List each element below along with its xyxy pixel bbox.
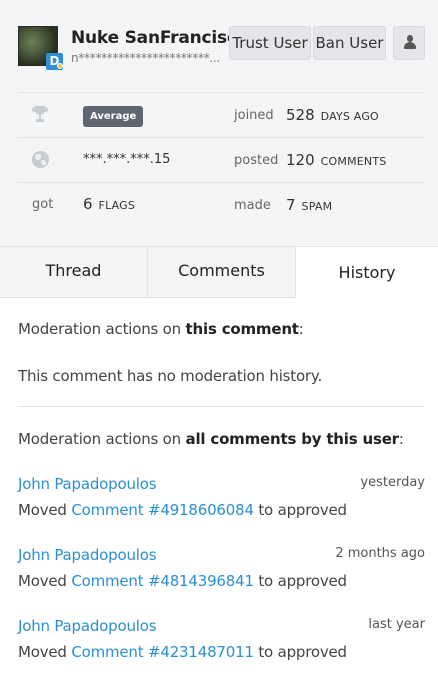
this-comment-suffix: : (298, 320, 304, 338)
user-email: n***********************... (71, 51, 220, 65)
entry-result: to approved (253, 572, 347, 590)
stats-row-reputation: Average joined 528 DAYS AGO (18, 92, 425, 137)
this-comment-heading: Moderation actions on this comment: (18, 320, 304, 338)
user-header: D Nuke SanFrancisco n*******************… (0, 0, 438, 247)
joined-number: 528 (286, 106, 315, 124)
joined-value: 528 DAYS AGO (286, 106, 379, 124)
flags-value: 6 FLAGS (83, 195, 135, 213)
tab-thread[interactable]: Thread (0, 247, 148, 298)
joined-label: joined (234, 108, 274, 123)
got-label: got (32, 197, 54, 212)
comment-link[interactable]: Comment #4814396841 (71, 572, 254, 590)
entry-verb: Moved (18, 501, 72, 519)
stats-row-flags: got 6 FLAGS made 7 SPAM (18, 182, 425, 228)
posted-label: posted (234, 153, 279, 168)
flags-number: 6 (83, 195, 93, 213)
profile-button[interactable] (393, 26, 425, 60)
entry-action: Moved Comment #4918606084 to approved (18, 501, 347, 519)
moderator-link[interactable]: John Papadopoulos (18, 475, 157, 493)
spam-unit: SPAM (301, 200, 333, 213)
reputation-badge: Average (83, 106, 144, 127)
history-entry: John Papadopoulos last year Moved Commen… (18, 617, 425, 677)
spam-number: 7 (286, 196, 296, 214)
all-comments-prefix: Moderation actions on (18, 430, 186, 448)
ban-user-button[interactable]: Ban User (313, 26, 386, 60)
tab-history[interactable]: History (296, 247, 438, 298)
comment-link[interactable]: Comment #4918606084 (71, 501, 254, 519)
spam-value: 7 SPAM (286, 196, 332, 214)
comment-link[interactable]: Comment #4231487011 (71, 643, 254, 661)
ip-address: ***.***.***.15 (83, 152, 171, 167)
entry-action: Moved Comment #4814396841 to approved (18, 572, 347, 590)
no-history-message: This comment has no moderation history. (18, 367, 323, 385)
entry-result: to approved (253, 501, 347, 519)
tab-comments[interactable]: Comments (148, 247, 296, 298)
entry-timestamp: yesterday (360, 475, 425, 490)
joined-unit: DAYS AGO (320, 110, 379, 123)
made-label: made (234, 198, 271, 213)
moderator-link[interactable]: John Papadopoulos (18, 546, 157, 564)
divider (18, 406, 425, 407)
status-dot-icon (57, 63, 63, 69)
posted-unit: COMMENTS (320, 155, 387, 168)
person-icon (404, 35, 416, 49)
trust-user-button[interactable]: Trust User (229, 26, 311, 60)
history-entry: John Papadopoulos 2 months ago Moved Com… (18, 546, 425, 606)
posted-number: 120 (286, 151, 315, 169)
posted-value: 120 COMMENTS (286, 151, 386, 169)
history-entry: John Papadopoulos yesterday Moved Commen… (18, 475, 425, 535)
this-comment-bold: this comment (185, 320, 299, 338)
all-comments-suffix: : (398, 430, 404, 448)
entry-verb: Moved (18, 643, 72, 661)
flags-unit: FLAGS (98, 199, 136, 212)
user-stats: Average joined 528 DAYS AGO ***.***.***.1… (18, 92, 425, 228)
tab-bar: Thread Comments History (0, 247, 438, 298)
this-comment-prefix: Moderation actions on (18, 320, 186, 338)
moderator-link[interactable]: John Papadopoulos (18, 617, 157, 635)
trophy-icon (32, 106, 48, 124)
all-comments-heading: Moderation actions on all comments by th… (18, 430, 404, 448)
entry-timestamp: last year (368, 617, 425, 632)
entry-result: to approved (253, 643, 347, 661)
all-comments-bold: all comments by this user (185, 430, 400, 448)
entry-verb: Moved (18, 572, 72, 590)
username[interactable]: Nuke SanFrancisco (71, 28, 249, 48)
entry-timestamp: 2 months ago (335, 546, 425, 561)
entry-action: Moved Comment #4231487011 to approved (18, 643, 347, 661)
globe-icon (32, 151, 49, 168)
stats-row-ip: ***.***.***.15 posted 120 COMMENTS (18, 137, 425, 182)
